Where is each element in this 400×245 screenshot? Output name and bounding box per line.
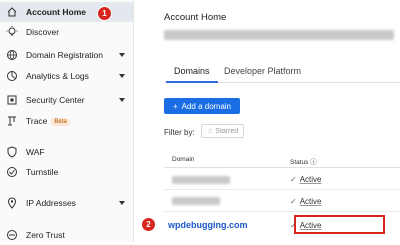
zero-trust-icon [7,230,17,240]
status-text: Active [299,221,322,230]
lightbulb-icon [6,26,18,36]
sidebar-item-label: Analytics & Logs [26,71,89,81]
sidebar-item-label: Security Center [26,95,85,105]
sidebar-item-label: Zero Trust [26,230,65,240]
check-icon: ✓ [290,175,297,184]
active-tab-indicator [166,81,218,83]
check-icon: ✓ [290,197,297,206]
status-active: ✓ Active [290,221,322,230]
tab-bar: Domains Developer Platform [164,62,400,83]
sidebar-item-ip-addresses[interactable]: IP Addresses [0,193,133,213]
sidebar-item-discover[interactable]: Discover [0,22,133,42]
redacted-domain [172,197,220,205]
trace-icon [8,116,16,126]
sidebar-item-zero-trust[interactable]: Zero Trust [0,225,133,245]
redacted-account-id [164,30,394,40]
status-text: Active [299,197,322,206]
analytics-icon [7,71,17,81]
redacted-domain [172,176,230,184]
sidebar-item-analytics-logs[interactable]: Analytics & Logs [0,66,133,86]
plus-icon: + [172,101,178,111]
sidebar-item-security-center[interactable]: Security Center [0,90,133,110]
step-marker-2: 2 [141,217,156,232]
row-divider [164,189,400,190]
tab-domains[interactable]: Domains [174,66,210,76]
check-icon: ✓ [290,221,297,230]
tab-developer-platform[interactable]: Developer Platform [224,66,301,76]
sidebar-item-label: Account Home [26,7,86,17]
add-domain-label: Add a domain [181,101,232,111]
status-active: ✓ Active [290,175,322,184]
sidebar-item-label: Domain Registration [26,50,104,60]
column-header-status: Status ⓘ [290,159,317,166]
beta-badge: Beta [51,118,70,126]
status-active: ✓ Active [290,197,322,206]
sidebar-item-label: Trace Beta [26,116,70,126]
column-header-domain: Domain [172,156,195,163]
chevron-down-icon [119,201,125,205]
step-marker-1: 1 [97,6,112,21]
main-content: Account Home Domains Developer Platform … [134,0,400,242]
star-icon: ☆ [207,128,214,135]
sidebar-item-turnstile[interactable]: Turnstile [0,162,133,182]
header-divider [164,167,400,168]
chevron-down-icon [119,98,125,102]
location-pin-icon [7,197,17,209]
sidebar-item-domain-registration[interactable]: Domain Registration [0,45,133,65]
chevron-down-icon [119,53,125,57]
sidebar-item-account-home[interactable]: Account Home [0,2,133,22]
sidebar-item-label: IP Addresses [26,198,76,208]
page-title: Account Home [164,12,227,23]
home-icon [7,7,17,17]
starred-label: Starred [215,127,239,135]
globe-icon [7,50,17,61]
sidebar-item-label: WAF [26,147,45,157]
status-text: Active [299,175,322,184]
filter-label: Filter by: [164,128,195,137]
sidebar-item-label-text: Trace [26,116,48,126]
domain-link-wpdebugging[interactable]: wpdebugging.com [168,220,248,230]
sidebar-item-trace[interactable]: Trace Beta [0,111,133,131]
shield-icon [7,95,17,105]
row-divider [164,211,400,212]
sidebar-item-waf[interactable]: WAF [0,142,133,162]
sidebar: Account Home 1 Discover Domain Registrat… [0,0,134,242]
starred-filter-button[interactable]: ☆ Starred [201,124,245,138]
add-domain-button[interactable]: + Add a domain [164,98,240,114]
chevron-down-icon [119,74,125,78]
turnstile-icon [7,167,17,177]
sidebar-item-label: Turnstile [26,167,59,177]
waf-shield-icon [7,146,17,158]
sidebar-item-label: Discover [26,27,60,37]
